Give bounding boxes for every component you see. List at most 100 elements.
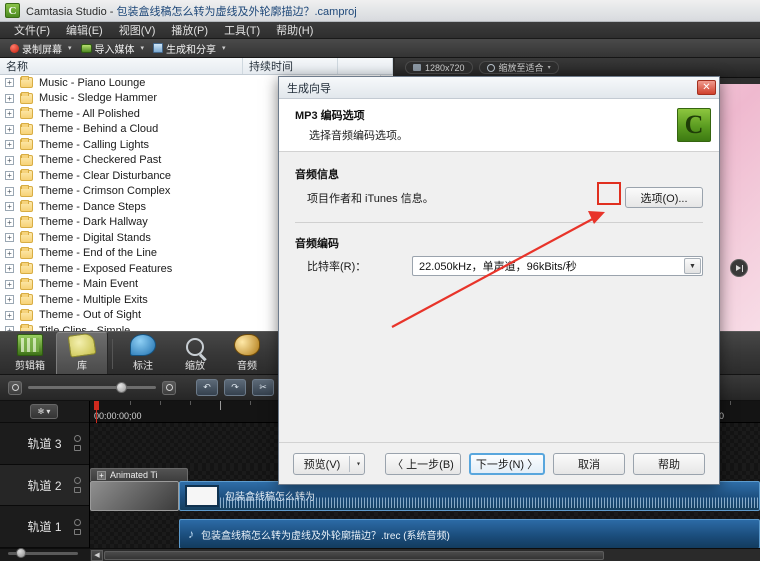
expander-icon[interactable]: + (5, 264, 14, 274)
column-name[interactable]: 名称 (0, 58, 243, 74)
menu-help[interactable]: 帮助(H) (268, 21, 321, 39)
list-item-label: Theme - Calling Lights (39, 138, 150, 151)
timeline-zoom-slider[interactable] (28, 382, 156, 393)
animation-tab-label: Animated Ti (110, 470, 158, 480)
expander-icon[interactable]: + (5, 155, 14, 165)
list-item-label: Theme - Dance Steps (39, 200, 146, 213)
playhead-marker[interactable] (94, 401, 99, 410)
expander-icon[interactable]: + (5, 310, 14, 320)
track-2-toggles (74, 477, 81, 493)
produce-share-button[interactable]: 生成和分享 (149, 41, 220, 56)
tab-zoom[interactable]: 缩放 (169, 332, 221, 374)
folder-icon (20, 122, 33, 135)
track-header-1[interactable]: 轨道 1 (0, 506, 89, 548)
zoom-in-button[interactable] (162, 380, 176, 395)
import-dropdown-caret[interactable]: ▾ (141, 44, 145, 52)
import-media-button[interactable]: 导入媒体 (77, 41, 139, 56)
eye-icon[interactable] (74, 518, 81, 526)
tab-callouts[interactable]: 标注 (117, 332, 169, 374)
audio-clip[interactable]: ♪ 包装盒线稿怎么转为虚线及外轮廓描边？.trec (系统音频) (179, 519, 760, 548)
audio-options-button[interactable]: 选项(O)... (625, 187, 703, 208)
chevron-down-icon[interactable]: ▾ (548, 64, 551, 71)
tab-clip-bin[interactable]: 剪辑箱 (4, 332, 56, 374)
animation-tab[interactable]: + Animated Ti (90, 468, 188, 481)
list-item-label: Theme - End of the Line (39, 247, 158, 260)
lock-icon[interactable] (74, 528, 81, 535)
close-icon[interactable]: ✕ (697, 80, 716, 95)
list-item-label: Music - Piano Lounge (39, 76, 146, 89)
timeline-scroll-track[interactable]: ◀ (90, 549, 760, 561)
title-bar: C Camtasia Studio - 包装盒线稿怎么转为虚线及外轮廓描边？.c… (0, 0, 760, 22)
expander-icon[interactable]: + (5, 171, 14, 181)
expander-icon[interactable]: + (5, 202, 14, 212)
expander-icon[interactable]: + (5, 217, 14, 227)
expander-icon[interactable]: + (5, 186, 14, 196)
scroll-left-arrow-icon[interactable]: ◀ (91, 550, 103, 561)
lock-icon[interactable] (74, 445, 81, 452)
help-button[interactable]: 帮助 (633, 452, 705, 475)
expander-icon[interactable]: + (5, 93, 14, 103)
record-dropdown-caret[interactable]: ▾ (68, 44, 72, 52)
track-3-label: 轨道 3 (27, 436, 62, 451)
expander-icon[interactable]: + (5, 279, 14, 289)
track-height-slider-knob[interactable] (16, 548, 26, 558)
tab-divider (112, 339, 113, 369)
expander-icon[interactable]: + (5, 78, 14, 88)
clip-waveform (220, 492, 759, 508)
eye-icon[interactable] (74, 477, 81, 484)
menu-edit[interactable]: 编辑(E) (58, 21, 111, 39)
tab-library[interactable]: 库 (56, 332, 108, 374)
expander-icon[interactable]: + (5, 109, 14, 119)
track-height-slider[interactable] (8, 548, 78, 558)
dialog-body: 音频信息 项目作者和 iTunes 信息。 选项(O)... 音频编码 比特率(… (279, 152, 719, 442)
audio-info-section: 音频信息 项目作者和 iTunes 信息。 选项(O)... (295, 166, 703, 208)
add-animation-icon[interactable]: + (97, 470, 106, 480)
list-item-label: Theme - Exposed Features (39, 262, 173, 275)
timeline-zoom-slider-knob[interactable] (116, 382, 127, 393)
film-icon (17, 334, 43, 356)
menu-tools[interactable]: 工具(T) (216, 21, 268, 39)
canvas-dimensions-button[interactable]: 1280x720 (405, 61, 473, 74)
zoom-fit-button[interactable]: 缩放至适合 ▾ (478, 61, 559, 74)
column-duration[interactable]: 持续时间 (243, 58, 338, 74)
import-media-label: 导入媒体 (94, 44, 135, 56)
lock-icon[interactable] (74, 487, 81, 493)
track-1-label: 轨道 1 (27, 520, 62, 535)
back-button[interactable]: 〈 上一步(B) (385, 452, 461, 475)
track-header-3[interactable]: 轨道 3 (0, 423, 89, 465)
menu-play[interactable]: 播放(P) (163, 21, 216, 39)
undo-button[interactable]: ↶ (196, 379, 218, 396)
video-clip[interactable]: 包装盒线稿怎么转为 (179, 481, 760, 511)
clip-transition-gray[interactable] (90, 481, 179, 511)
bitrate-select[interactable]: 22.050kHz，单声道，96kBits/秒 ▼ (412, 256, 703, 276)
timeline-scroll-thumb[interactable] (104, 551, 604, 560)
expander-icon[interactable]: + (5, 140, 14, 150)
zoom-out-button[interactable] (8, 380, 22, 395)
preview-play-button[interactable] (730, 259, 748, 277)
preview-button[interactable]: 预览(V) ▾ (293, 452, 365, 475)
expander-icon[interactable]: + (5, 248, 14, 258)
expander-icon[interactable]: + (5, 295, 14, 305)
menu-file[interactable]: 文件(F) (6, 21, 58, 39)
cancel-button[interactable]: 取消 (553, 452, 625, 475)
redo-button[interactable]: ↷ (224, 379, 246, 396)
produce-dropdown-caret[interactable]: ▾ (222, 44, 226, 52)
expander-icon[interactable]: + (5, 124, 14, 134)
undo-icon: ↶ (203, 382, 211, 392)
magnifier-minus-icon (11, 384, 19, 391)
redo-icon: ↷ (231, 382, 239, 392)
track-header-2[interactable]: 轨道 2 (0, 464, 89, 507)
column-extra[interactable] (338, 58, 393, 74)
cut-button[interactable]: ✂ (252, 379, 274, 396)
record-screen-button[interactable]: 录制屏幕 (6, 41, 66, 56)
eye-icon[interactable] (74, 435, 81, 443)
timeline-horizontal-scrollbar[interactable]: ◀ (0, 548, 760, 561)
menu-view[interactable]: 视图(V) (111, 21, 164, 39)
tab-audio[interactable]: 音频 (221, 332, 273, 374)
chevron-down-icon[interactable]: ▾ (357, 460, 360, 467)
chevron-down-icon[interactable]: ▼ (684, 258, 701, 274)
expander-icon[interactable]: + (5, 233, 14, 243)
next-button[interactable]: 下一步(N) 〉 (469, 452, 545, 475)
timeline-settings-button[interactable]: ✻ ▾ (30, 404, 58, 419)
record-screen-label: 录制屏幕 (22, 44, 62, 56)
